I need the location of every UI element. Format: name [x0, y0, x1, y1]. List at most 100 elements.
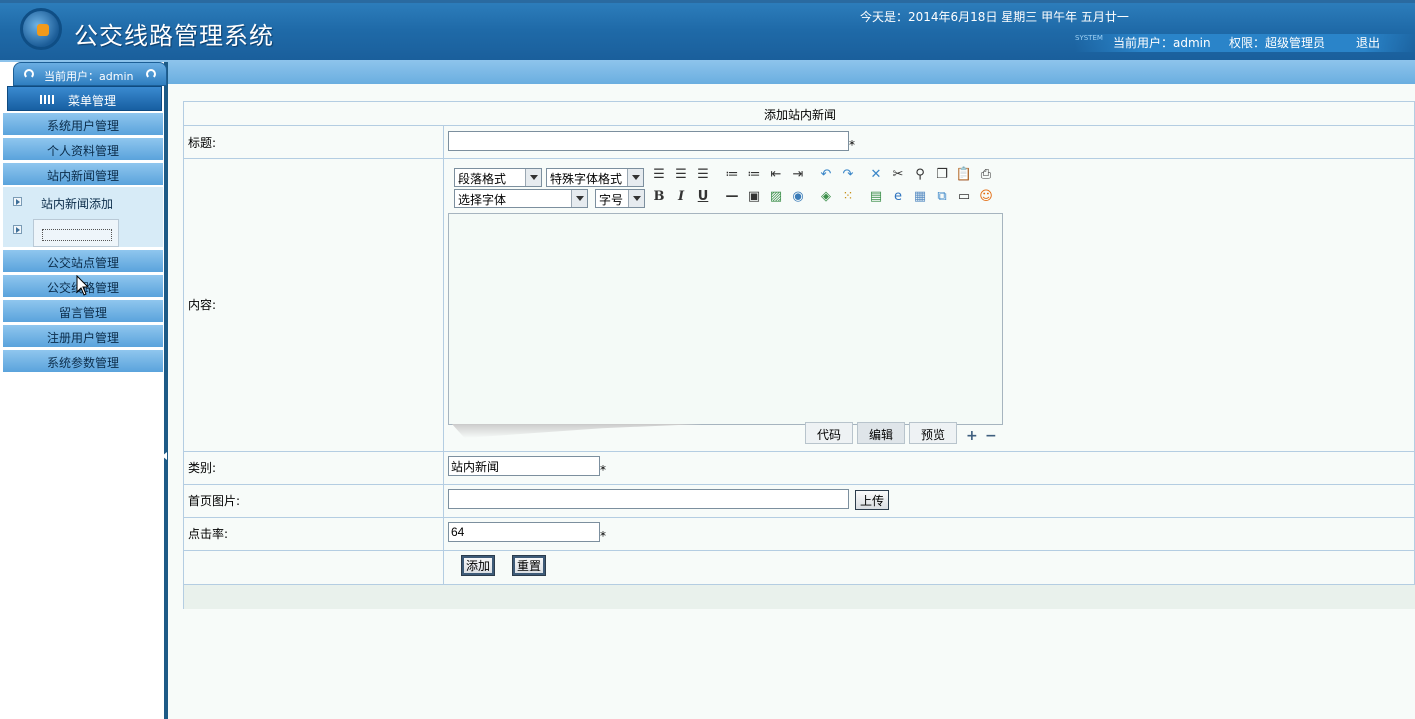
submenu-item-add-news[interactable]: 站内新闻添加: [3, 189, 163, 217]
insert-file-icon[interactable]: ▤: [867, 188, 885, 206]
system-tag: SYSTEM: [1075, 34, 1103, 42]
delete-icon[interactable]: ✕: [867, 166, 885, 184]
insert-table-icon[interactable]: ▣: [745, 188, 763, 206]
content-label: 内容:: [188, 298, 217, 312]
font-size-select[interactable]: 字号: [595, 189, 645, 208]
align-center-icon[interactable]: ☰: [672, 166, 690, 184]
upload-button[interactable]: 上传: [855, 490, 890, 510]
undo-icon[interactable]: ↶: [817, 166, 835, 184]
sidebar-item-bus-stops[interactable]: 公交站点管理: [3, 250, 163, 272]
app-logo-icon: [20, 8, 62, 50]
horizontal-rule-icon[interactable]: —: [723, 188, 741, 206]
sidebar-item-profile[interactable]: 个人资料管理: [3, 138, 163, 160]
actions-row: [184, 551, 1415, 585]
submenu-item-label: 站内新闻添加: [41, 197, 114, 211]
current-user: 当前用户：admin: [1113, 36, 1211, 50]
menu-grid-icon: [40, 95, 56, 104]
sidebar-item-messages[interactable]: 留言管理: [3, 300, 163, 322]
cut-icon[interactable]: ✂: [889, 166, 907, 184]
screenshot-icon[interactable]: ⧉: [933, 188, 951, 206]
insert-image-icon[interactable]: ▨: [767, 188, 785, 206]
app-header: 公交线路管理系统 今天是：2014年6月18日 星期三 甲午年 五月廿一 SYS…: [0, 0, 1415, 60]
sidebar-collapse-icon[interactable]: [162, 452, 167, 460]
align-left-icon[interactable]: ☰: [650, 166, 668, 184]
menu-header-label: 菜单管理: [68, 94, 117, 108]
sidebar-item-registered-users[interactable]: 注册用户管理: [3, 325, 163, 347]
required-mark: *: [600, 529, 606, 543]
emoticon-icon[interactable]: ☺: [977, 188, 995, 206]
form-heading-row: 添加站内新闻: [184, 102, 1415, 126]
chevron-down-icon: [627, 169, 643, 186]
app-title: 公交线路管理系统: [74, 22, 274, 50]
xyz-icon[interactable]: ▭: [955, 188, 973, 206]
special-format-select[interactable]: 特殊字体格式: [546, 168, 644, 187]
paragraph-format-select[interactable]: 段落格式: [454, 168, 542, 187]
category-input[interactable]: [448, 456, 600, 476]
sub-bar: [168, 60, 1415, 84]
clicks-label: 点击率:: [188, 527, 229, 541]
antenna-icon: [146, 69, 156, 79]
outdent-icon[interactable]: ⇤: [767, 166, 785, 184]
sidebar-item-news[interactable]: 站内新闻管理: [3, 163, 163, 185]
sidebar-current-user: 当前用户：admin: [44, 70, 134, 83]
paste-icon[interactable]: 📋: [955, 166, 973, 184]
bold-icon[interactable]: B: [650, 188, 668, 206]
copy-icon[interactable]: ❐: [933, 166, 951, 184]
required-mark: *: [600, 463, 606, 477]
grid-icon[interactable]: ▦: [911, 188, 929, 206]
add-button[interactable]: 添加: [461, 555, 496, 576]
arrow-right-icon: [13, 225, 22, 234]
clicks-input[interactable]: [448, 522, 600, 542]
today-date: 今天是：2014年6月18日 星期三 甲午年 五月廿一: [860, 10, 1129, 24]
tab-edit[interactable]: 编辑: [857, 422, 905, 444]
editor-toolbar: 段落格式 特殊字体格式 选择字体 字号 ☰ ☰ ☰ ≔ ≔ ⇤ ⇥ ↶ ↷ ✕ …: [448, 165, 1002, 209]
image-label: 首页图片:: [188, 494, 241, 508]
sidebar-current-user-tab: 当前用户：admin: [13, 62, 167, 86]
form-footer-row: [184, 585, 1415, 609]
category-row: 类别:: [184, 452, 1415, 485]
numbered-list-icon[interactable]: ≔: [745, 166, 763, 184]
chevron-down-icon: [525, 169, 541, 186]
print-icon[interactable]: ⎙: [977, 166, 995, 184]
permission-level: 权限：超级管理员: [1229, 36, 1326, 50]
logout-link[interactable]: 退出: [1356, 34, 1380, 51]
category-label: 类别:: [188, 461, 217, 475]
chevron-down-icon: [628, 190, 644, 207]
insert-media-icon[interactable]: ◉: [789, 188, 807, 206]
insert-flash-icon[interactable]: ◈: [817, 188, 835, 206]
header-topline: [0, 0, 1415, 3]
antenna-icon: [24, 69, 34, 79]
indent-icon[interactable]: ⇥: [789, 166, 807, 184]
tab-code[interactable]: 代码: [805, 422, 853, 444]
content-editor-area[interactable]: [448, 213, 1003, 425]
underline-icon[interactable]: U: [694, 188, 712, 206]
clicks-row: 点击率:: [184, 518, 1415, 551]
arrow-right-icon: [13, 197, 22, 206]
reset-button[interactable]: 重置: [512, 555, 547, 576]
required-mark: *: [849, 138, 855, 152]
bulleted-list-icon[interactable]: ≔: [723, 166, 741, 184]
sidebar: 当前用户：admin 菜单管理 系统用户管理 个人资料管理 站内新闻管理 站内新…: [0, 62, 168, 719]
sidebar-item-system-users[interactable]: 系统用户管理: [3, 113, 163, 135]
image-path-input[interactable]: [448, 489, 849, 509]
font-family-select[interactable]: 选择字体: [454, 189, 588, 208]
submenu-item-news-list[interactable]: [3, 217, 163, 247]
insert-link-icon[interactable]: e: [889, 188, 907, 206]
news-submenu: 站内新闻添加: [3, 187, 163, 247]
italic-icon[interactable]: I: [672, 188, 690, 206]
shrink-editor-icon[interactable]: −: [985, 428, 997, 444]
expand-editor-icon[interactable]: +: [966, 428, 978, 444]
user-bar: SYSTEM 当前用户：admin 权限：超级管理员 退出: [1075, 34, 1415, 52]
special-char-icon[interactable]: ⁙: [839, 188, 857, 206]
form-heading: 添加站内新闻: [763, 108, 836, 122]
sidebar-item-system-params[interactable]: 系统参数管理: [3, 350, 163, 372]
align-right-icon[interactable]: ☰: [694, 166, 712, 184]
title-label: 标题:: [188, 136, 217, 150]
redo-icon[interactable]: ↷: [839, 166, 857, 184]
find-icon[interactable]: ⚲: [911, 166, 929, 184]
chevron-down-icon: [571, 190, 587, 207]
tab-preview[interactable]: 预览: [909, 422, 957, 444]
focused-submenu-box: [33, 219, 119, 247]
menu-header: 菜单管理: [7, 86, 162, 111]
title-input[interactable]: [448, 131, 849, 151]
